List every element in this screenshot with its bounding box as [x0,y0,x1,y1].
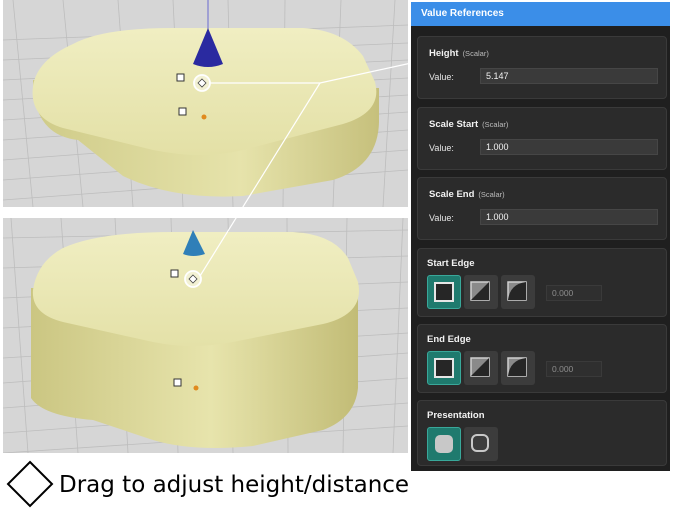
fillet-edge-icon [507,357,527,377]
end-edge-square-button[interactable] [427,351,461,385]
viewport-bottom[interactable] [3,218,408,453]
solid-presentation-icon [435,435,453,453]
start-edge-distance-input[interactable]: 0.000 [546,285,602,301]
chamfer-edge-icon [470,281,490,301]
start-edge-chamfer-button[interactable] [464,275,498,309]
end-edge-distance-input[interactable]: 0.000 [546,361,602,377]
start-edge-fillet-button[interactable] [501,275,535,309]
chamfer-edge-icon [470,357,490,377]
height-value-input[interactable]: 5.147 [480,68,658,84]
scale-end-value-input[interactable]: 1.000 [480,209,658,225]
start-edge-square-button[interactable] [427,275,461,309]
param-card-scale-end: Scale End (Scalar) Value: 1.000 [417,177,667,240]
corner-handle[interactable] [178,107,187,116]
presentation-title: Presentation [427,410,485,421]
param-title: Scale End (Scalar) [429,189,505,200]
end-edge-fillet-button[interactable] [501,351,535,385]
start-edge-card: Start Edge 0.000 [417,248,667,317]
viewport-bottom-canvas[interactable] [3,218,408,453]
param-title: Scale Start (Scalar) [429,119,509,130]
corner-handle[interactable] [170,269,179,278]
presentation-outline-button[interactable] [464,427,498,461]
caption-text: Drag to adjust height/distance [59,472,410,498]
square-edge-icon [434,282,454,302]
param-card-scale-start: Scale Start (Scalar) Value: 1.000 [417,107,667,170]
fillet-edge-icon [507,281,527,301]
value-label: Value: [429,72,454,82]
param-card-height: Height (Scalar) Value: 5.147 [417,36,667,99]
value-label: Value: [429,213,454,223]
start-edge-title: Start Edge [427,258,475,269]
scale-start-value-input[interactable]: 1.000 [480,139,658,155]
outline-presentation-icon [471,434,489,452]
pivot-point [193,385,199,391]
value-references-panel: Value References Height (Scalar) Value: 5… [411,2,670,471]
presentation-solid-button[interactable] [427,427,461,461]
diamond-handle-icon [6,460,54,508]
viewport-top[interactable] [3,0,408,207]
viewport-top-canvas[interactable] [3,0,408,207]
value-label: Value: [429,143,454,153]
end-edge-card: End Edge 0.000 [417,324,667,393]
end-edge-title: End Edge [427,334,471,345]
corner-handle[interactable] [173,378,182,387]
end-edge-chamfer-button[interactable] [464,351,498,385]
square-edge-icon [434,358,454,378]
panel-header: Value References [411,2,670,26]
presentation-card: Presentation [417,400,667,466]
corner-handle[interactable] [176,73,185,82]
param-title: Height (Scalar) [429,48,489,59]
pivot-point [201,114,207,120]
